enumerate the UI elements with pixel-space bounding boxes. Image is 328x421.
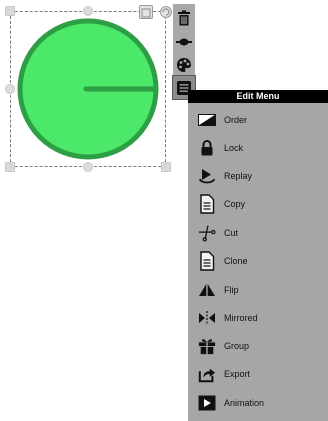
animation-icon — [198, 394, 216, 412]
menu-item-mirrored[interactable]: Mirrored — [188, 305, 328, 331]
menu-item-lock[interactable]: Lock — [188, 135, 328, 161]
palette-icon — [177, 57, 191, 72]
resize-handle-top[interactable] — [83, 6, 93, 16]
rotate-icon — [160, 6, 172, 18]
flip-icon — [198, 281, 216, 299]
menu-item-flip[interactable]: Flip — [188, 277, 328, 303]
resize-handle-left[interactable] — [5, 84, 15, 94]
resize-handle-bottom-right[interactable] — [161, 162, 171, 172]
scissors-icon — [198, 224, 216, 242]
color-button[interactable] — [173, 53, 195, 76]
menu-item-copy[interactable]: Copy — [188, 191, 328, 217]
menu-item-replay[interactable]: Replay — [188, 163, 328, 189]
group-icon — [198, 337, 216, 355]
expand-icon — [141, 8, 151, 18]
shape-toolbar — [172, 4, 196, 100]
resize-handle-bottom[interactable] — [83, 162, 93, 172]
menu-item-animation[interactable]: Animation — [188, 390, 328, 416]
menu-item-cut[interactable]: Cut — [188, 220, 328, 246]
edit-menu-title: Edit Menu — [188, 90, 328, 103]
resize-handle-bottom-left[interactable] — [5, 162, 15, 172]
resize-handle-top-left[interactable] — [5, 6, 15, 16]
fullscreen-handle[interactable] — [139, 5, 153, 19]
lock-icon — [198, 139, 216, 157]
rotate-handle[interactable] — [159, 5, 173, 19]
line-style-icon — [176, 38, 192, 45]
export-icon — [198, 365, 216, 383]
mirror-icon — [198, 309, 216, 327]
clone-icon — [198, 251, 216, 271]
menu-item-clone[interactable]: Clone — [188, 248, 328, 274]
menu-item-order[interactable]: Order — [188, 107, 328, 133]
trash-icon — [178, 10, 190, 25]
order-icon — [198, 111, 216, 129]
edit-menu: Edit Menu Order Lock Replay Copy Cut Clo… — [188, 90, 328, 421]
copy-icon — [198, 194, 216, 214]
line-style-button[interactable] — [173, 30, 195, 53]
selection-box — [10, 11, 166, 167]
menu-item-export[interactable]: Export — [188, 361, 328, 387]
delete-button[interactable] — [173, 6, 195, 29]
replay-icon — [198, 167, 216, 185]
menu-item-group[interactable]: Group — [188, 333, 328, 359]
